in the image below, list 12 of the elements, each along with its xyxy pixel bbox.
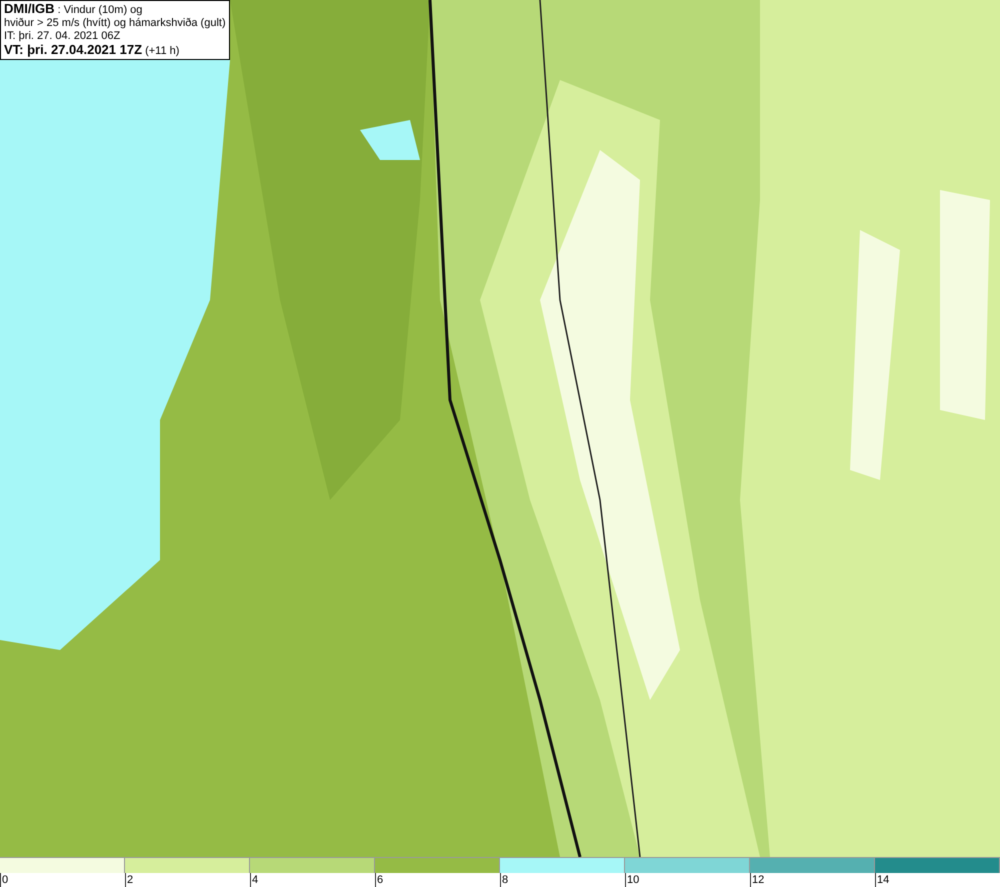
legend-tick-label: 10 — [625, 873, 750, 887]
legend-tick-label: 2 — [125, 873, 250, 887]
legend-tick-label: 0 — [0, 873, 125, 887]
header-text: DMI/IGB : Vindur (10m) og — [4, 2, 144, 17]
header-text: hviður > 25 m/s (hvítt) og hámarkshviða (gult) — [4, 17, 226, 30]
legend-tick-label: 8 — [500, 873, 625, 887]
legend-tick-label: 12 — [750, 873, 875, 887]
header-text: VT: þri. 27.04.2021 17Z (+11 h) — [4, 43, 180, 58]
legend-tick-label: 4 — [250, 873, 375, 887]
header-text: IT: þri. 27. 04. 2021 06Z — [4, 30, 122, 43]
legend-tick-label: 14 — [875, 873, 1000, 887]
legend-tick-label: 6 — [375, 873, 500, 887]
